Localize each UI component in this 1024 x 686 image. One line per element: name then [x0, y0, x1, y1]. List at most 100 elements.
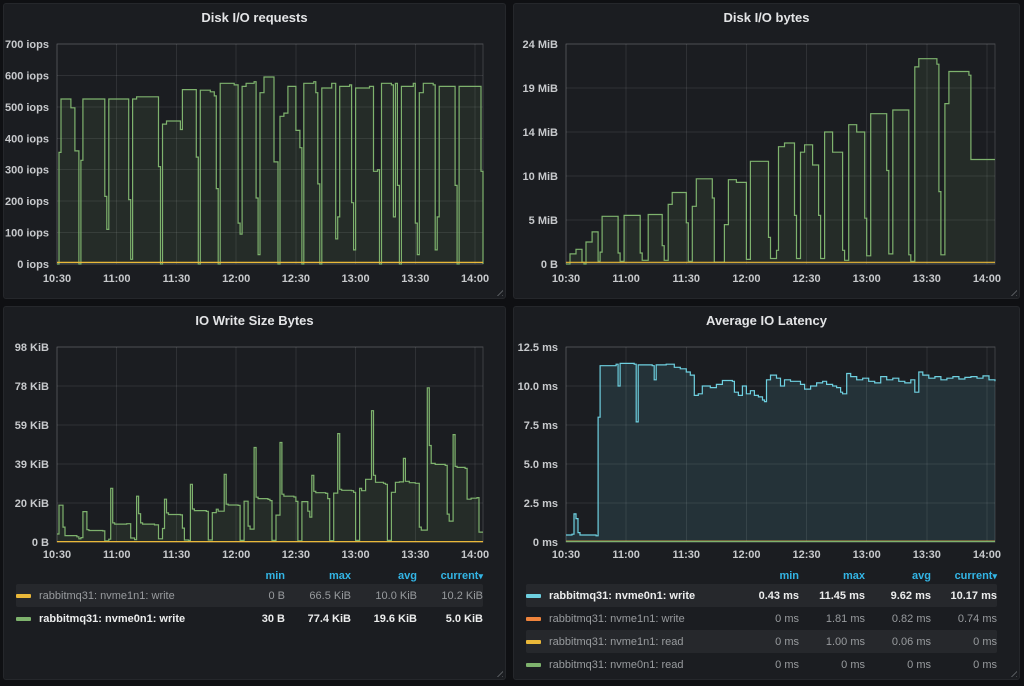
legend-series-toggle[interactable]: rabbitmq31: nvme1n1: write [526, 613, 733, 625]
x-tick-label: 13:30 [913, 549, 941, 561]
y-tick-label: 5 MiB [529, 215, 558, 227]
legend-row: rabbitmq31: nvme1n1: write0 B66.5 KiB10.… [16, 584, 483, 607]
panel-title-average-io-latency[interactable]: Average IO Latency [514, 307, 1019, 333]
legend-value-current: 10.17 ms [931, 590, 997, 602]
legend-sort-min[interactable]: min [219, 570, 285, 582]
series-color-swatch-icon[interactable] [526, 663, 541, 667]
x-tick-label: 12:30 [792, 273, 820, 285]
y-tick-label: 14 MiB [523, 127, 559, 139]
sort-caret-icon: ▾ [992, 571, 997, 581]
series-fill [566, 59, 995, 264]
panel-resize-handle[interactable] [494, 668, 503, 677]
x-tick-label: 13:00 [342, 549, 370, 561]
y-tick-label: 300 iops [5, 165, 49, 177]
legend-sort-current[interactable]: current▾ [417, 570, 483, 582]
legend-sort-current[interactable]: current▾ [931, 570, 997, 582]
y-tick-label: 10.0 ms [518, 381, 558, 393]
x-tick-label: 13:30 [401, 549, 429, 561]
y-tick-label: 400 iops [5, 133, 49, 145]
x-tick-label: 13:00 [342, 273, 370, 285]
legend-value-current: 0 ms [931, 636, 997, 648]
x-tick-label: 14:00 [973, 273, 1001, 285]
chart-canvas[interactable]: 0 B5 MiB10 MiB14 MiB19 MiB24 MiB10:3011:… [514, 30, 1019, 298]
series-color-swatch-icon[interactable] [16, 594, 31, 598]
x-tick-label: 11:00 [612, 273, 640, 285]
legend-series-name: rabbitmq31: nvme1n1: write [39, 590, 175, 602]
legend-value-min: 0 ms [733, 636, 799, 648]
legend-value-avg: 0.06 ms [865, 636, 931, 648]
legend-series-name: rabbitmq31: nvme0n1: read [549, 659, 684, 671]
legend-row: rabbitmq31: nvme0n1: write 0.43 ms11.45 m… [526, 584, 997, 607]
series-color-swatch-icon[interactable] [526, 617, 541, 621]
y-tick-label: 98 KiB [15, 342, 49, 354]
panel-average-io-latency: Average IO Latency 0 ms2.5 ms5.0 ms7.5 m… [513, 306, 1020, 680]
legend-sort-max[interactable]: max [285, 570, 351, 582]
series-color-swatch-icon[interactable] [526, 594, 541, 598]
y-tick-label: 0 ms [533, 537, 558, 549]
legend-row: rabbitmq31: nvme1n1: read0 ms1.00 ms0.06… [526, 630, 997, 653]
y-tick-label: 0 B [32, 537, 49, 549]
y-tick-label: 600 iops [5, 70, 49, 82]
legend-header-row: minmaxavgcurrent▾ [16, 567, 483, 584]
legend-series-toggle[interactable]: rabbitmq31: nvme0n1: read [526, 659, 733, 671]
x-tick-label: 14:00 [461, 273, 489, 285]
x-tick-label: 14:00 [461, 549, 489, 561]
legend-value-max: 1.00 ms [799, 636, 865, 648]
panel-disk-io-bytes: Disk I/O bytes 0 B5 MiB10 MiB14 MiB19 Mi… [513, 3, 1020, 299]
y-tick-label: 5.0 ms [524, 459, 558, 471]
legend-sort-min[interactable]: min [733, 570, 799, 582]
x-tick-label: 11:30 [163, 273, 191, 285]
y-tick-label: 20 KiB [15, 498, 49, 510]
y-tick-label: 24 MiB [523, 39, 559, 51]
x-tick-label: 12:30 [282, 549, 310, 561]
y-tick-label: 500 iops [5, 102, 49, 114]
y-tick-label: 12.5 ms [518, 342, 558, 354]
legend-series-toggle[interactable]: rabbitmq31: nvme0n1: write [16, 613, 219, 625]
x-tick-label: 11:30 [673, 273, 701, 285]
y-tick-label: 7.5 ms [524, 420, 558, 432]
x-tick-label: 11:00 [103, 273, 131, 285]
legend-header-row: minmaxavgcurrent▾ [526, 567, 997, 584]
legend-value-min: 0.43 ms [733, 590, 799, 602]
chart-average-io-latency[interactable]: 0 ms2.5 ms5.0 ms7.5 ms10.0 ms12.5 ms10:3… [514, 333, 1019, 563]
chart-canvas[interactable]: 0 B20 KiB39 KiB59 KiB78 KiB98 KiB10:3011… [4, 333, 505, 563]
legend-series-name: rabbitmq31: nvme1n1: read [549, 636, 684, 648]
panel-title-disk-io-requests[interactable]: Disk I/O requests [4, 4, 505, 30]
legend-sort-avg[interactable]: avg [865, 570, 931, 582]
legend-series-toggle[interactable]: rabbitmq31: nvme1n1: write [16, 590, 219, 602]
legend-average-io-latency: minmaxavgcurrent▾rabbitmq31: nvme0n1: wr… [514, 567, 1019, 676]
panel-io-write-size-bytes: IO Write Size Bytes 0 B20 KiB39 KiB59 Ki… [3, 306, 506, 680]
x-tick-label: 10:30 [552, 273, 580, 285]
series-fill [566, 363, 995, 542]
chart-disk-io-bytes[interactable]: 0 B5 MiB10 MiB14 MiB19 MiB24 MiB10:3011:… [514, 30, 1019, 298]
x-tick-label: 12:00 [732, 549, 760, 561]
chart-canvas[interactable]: 0 iops100 iops200 iops300 iops400 iops50… [4, 30, 505, 298]
legend-value-min: 0 ms [733, 659, 799, 671]
series-color-swatch-icon[interactable] [526, 640, 541, 644]
legend-value-avg: 0 ms [865, 659, 931, 671]
legend-series-toggle[interactable]: rabbitmq31: nvme0n1: write [526, 590, 733, 602]
x-tick-label: 11:00 [103, 549, 131, 561]
panel-title-io-write-size-bytes[interactable]: IO Write Size Bytes [4, 307, 505, 333]
legend-series-toggle[interactable]: rabbitmq31: nvme1n1: read [526, 636, 733, 648]
legend-series-name: rabbitmq31: nvme0n1: write [39, 613, 185, 625]
chart-io-write-size-bytes[interactable]: 0 B20 KiB39 KiB59 KiB78 KiB98 KiB10:3011… [4, 333, 505, 563]
legend-series-name: rabbitmq31: nvme1n1: write [549, 613, 685, 625]
legend-value-min: 0 B [219, 590, 285, 602]
y-tick-label: 78 KiB [15, 381, 49, 393]
legend-value-max: 11.45 ms [799, 590, 865, 602]
series-color-swatch-icon[interactable] [16, 617, 31, 621]
x-tick-label: 10:30 [552, 549, 580, 561]
x-tick-label: 11:30 [163, 549, 191, 561]
legend-value-min: 0 ms [733, 613, 799, 625]
y-tick-label: 0 B [541, 259, 558, 271]
legend-series-name: rabbitmq31: nvme0n1: write [549, 590, 695, 602]
legend-sort-max[interactable]: max [799, 570, 865, 582]
chart-disk-io-requests[interactable]: 0 iops100 iops200 iops300 iops400 iops50… [4, 30, 505, 298]
sort-caret-icon: ▾ [478, 571, 483, 581]
x-tick-label: 12:30 [792, 549, 820, 561]
legend-sort-avg[interactable]: avg [351, 570, 417, 582]
chart-canvas[interactable]: 0 ms2.5 ms5.0 ms7.5 ms10.0 ms12.5 ms10:3… [514, 333, 1019, 563]
panel-title-disk-io-bytes[interactable]: Disk I/O bytes [514, 4, 1019, 30]
legend-value-current: 10.2 KiB [417, 590, 483, 602]
